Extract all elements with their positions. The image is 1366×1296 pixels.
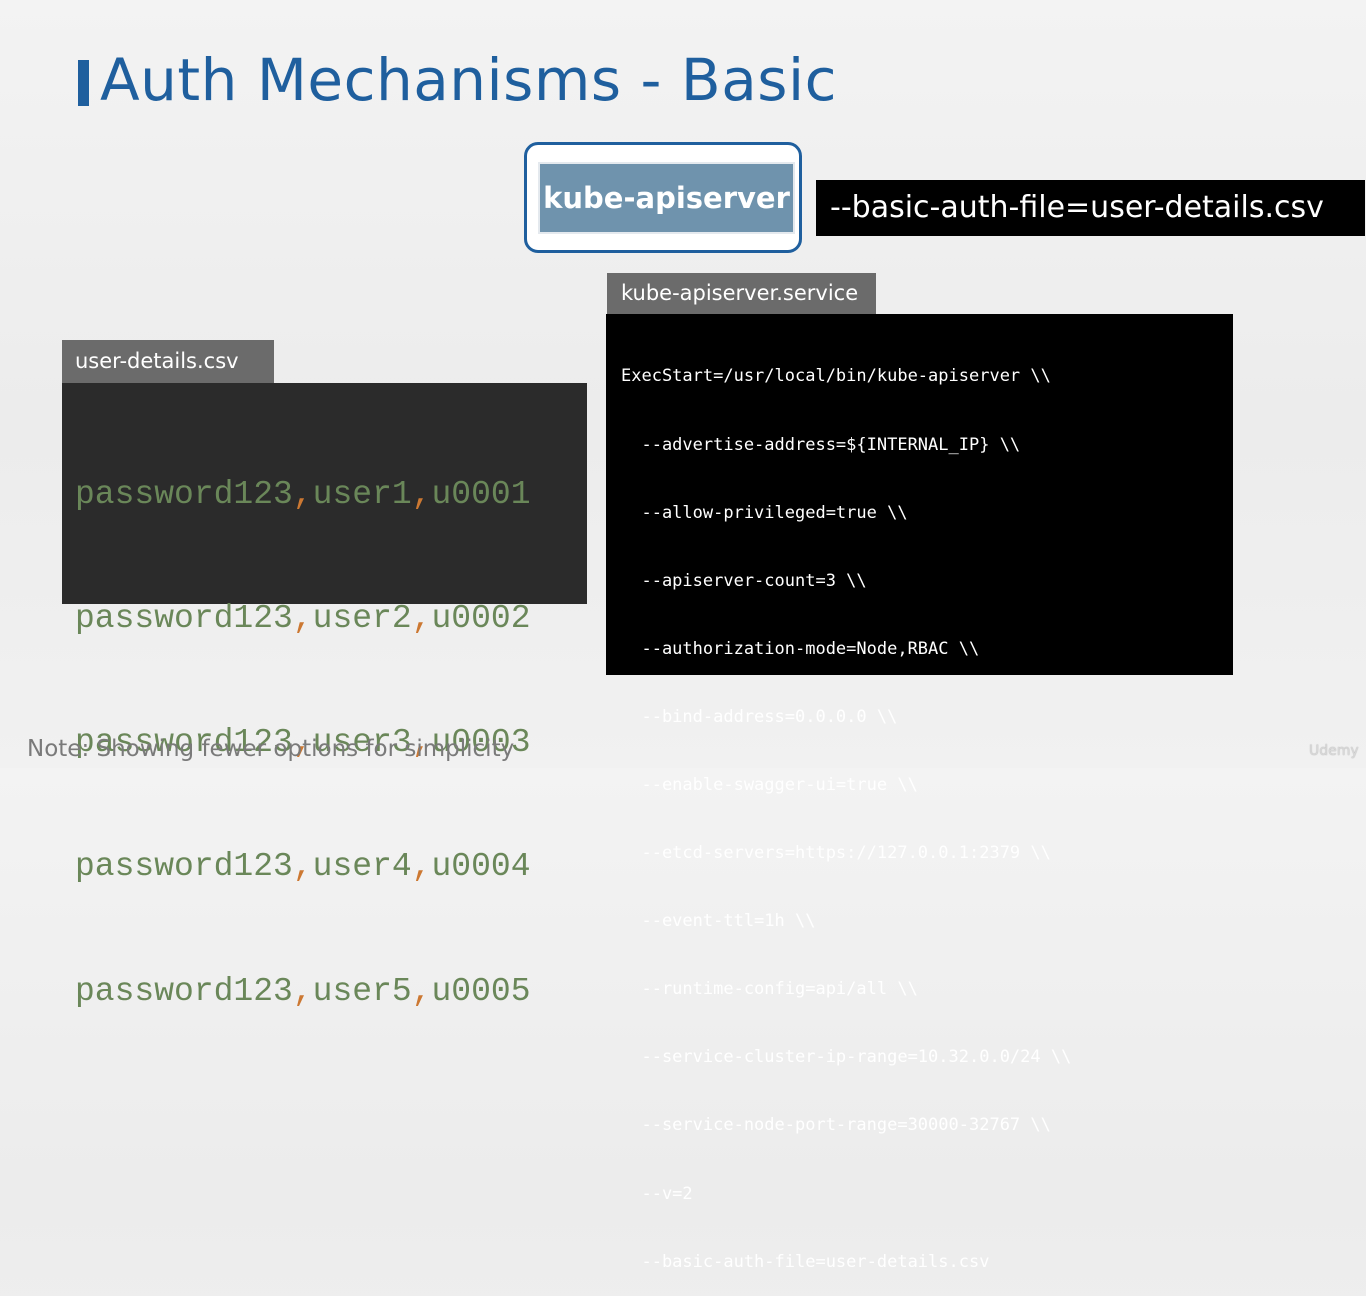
csv-row: password123,user4,u0004	[75, 846, 587, 887]
code-line: --enable-swagger-ui=true \\	[621, 774, 918, 795]
csv-file-tab: user-details.csv	[62, 340, 274, 383]
csv-username: user4	[312, 848, 412, 886]
csv-user-id: u0004	[431, 848, 531, 886]
code-line: --basic-auth-file=user-details.csv	[621, 1251, 990, 1272]
csv-comma: ,	[411, 848, 432, 886]
udemy-watermark: Udemy	[1309, 743, 1359, 759]
csv-comma: ,	[292, 475, 313, 513]
csv-comma: ,	[292, 972, 313, 1010]
csv-row: password123,user5,u0005	[75, 971, 587, 1012]
title-accent-bar	[78, 60, 89, 106]
slide-title: Auth Mechanisms - Basic	[100, 46, 837, 114]
csv-file-code-block: password123,user1,u0001 password123,user…	[62, 383, 587, 1010]
csv-row: password123,user2,u0002	[75, 598, 587, 639]
kube-apiserver-box: kube-apiserver	[538, 162, 795, 234]
csv-comma: ,	[292, 600, 313, 638]
csv-row: password123,user1,u0001	[75, 474, 587, 515]
code-line: --runtime-config=api/all \\	[621, 979, 918, 1000]
csv-comma: ,	[411, 475, 432, 513]
csv-user-id: u0002	[431, 600, 531, 638]
csv-comma: ,	[411, 972, 432, 1010]
csv-password: password123	[75, 600, 293, 638]
code-line: --v=2	[621, 1183, 693, 1204]
code-line: ExecStart=/usr/local/bin/kube-apiserver …	[621, 366, 1051, 387]
csv-user-id: u0001	[431, 475, 531, 513]
csv-comma: ,	[292, 848, 313, 886]
code-line: --authorization-mode=Node,RBAC \\	[621, 638, 980, 659]
footer-note: Note: Showing fewer options for simplici…	[27, 736, 515, 762]
code-line: --allow-privileged=true \\	[621, 502, 908, 523]
code-line: --advertise-address=${INTERNAL_IP} \\	[621, 434, 1021, 455]
service-file-tab: kube-apiserver.service	[607, 273, 876, 314]
csv-password: password123	[75, 848, 293, 886]
code-line: --service-node-port-range=30000-32767 \\	[621, 1115, 1051, 1136]
csv-comma: ,	[411, 600, 432, 638]
code-line: --bind-address=0.0.0.0 \\	[621, 706, 898, 727]
csv-password: password123	[75, 475, 293, 513]
csv-username: user2	[312, 600, 412, 638]
csv-password: password123	[75, 972, 293, 1010]
service-file-code-block: ExecStart=/usr/local/bin/kube-apiserver …	[606, 314, 1233, 1272]
code-line: --event-ttl=1h \\	[621, 911, 816, 932]
csv-username: user5	[312, 972, 412, 1010]
kube-apiserver-frame: kube-apiserver	[524, 142, 802, 253]
csv-user-id: u0005	[431, 972, 531, 1010]
csv-username: user1	[312, 475, 412, 513]
code-line: --service-cluster-ip-range=10.32.0.0/24 …	[621, 1047, 1072, 1068]
basic-auth-flag: --basic-auth-file=user-details.csv	[816, 180, 1365, 236]
code-line: --etcd-servers=https://127.0.0.1:2379 \\	[621, 843, 1051, 864]
code-line: --apiserver-count=3 \\	[621, 570, 867, 591]
